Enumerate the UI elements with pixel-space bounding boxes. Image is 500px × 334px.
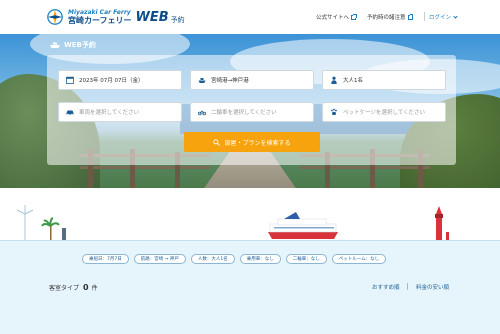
ship-icon <box>50 42 60 48</box>
header-divider <box>424 12 425 21</box>
official-site-link[interactable]: 公式サイトへ <box>316 13 357 21</box>
chevron-down-icon <box>453 13 458 19</box>
site-logo[interactable]: Miyazaki Car Ferry 宮崎カーフェリー WEB 予約 <box>46 6 185 28</box>
external-link-icon <box>351 14 357 20</box>
route-value: 宮崎港→神戸港 <box>211 78 249 84</box>
hero-title: WEB予約 <box>50 40 96 50</box>
external-link-icon <box>407 14 414 20</box>
search-icon <box>213 138 221 146</box>
booking-notes-link[interactable]: 予約時の諸注意 <box>367 13 414 21</box>
person-icon <box>331 76 337 84</box>
palm-tree-illustration <box>41 217 66 240</box>
compass-logo-icon <box>47 9 63 25</box>
search-plans-button[interactable]: 部屋・プランを検索する <box>184 132 320 152</box>
bike-select[interactable]: 二輪車を選択してください <box>190 102 314 122</box>
passengers-field[interactable]: 大人1名 <box>322 70 446 90</box>
route-field[interactable]: 宮崎港→神戸港 <box>190 70 314 90</box>
harbor-illustration <box>16 205 449 240</box>
car-icon <box>66 110 74 116</box>
ship-route-icon <box>198 78 206 83</box>
result-count-unit: 件 <box>91 285 98 292</box>
car-select[interactable]: 車両を選択してください <box>58 102 182 122</box>
windmill-illustration <box>16 205 34 240</box>
filter-chip-route[interactable]: 航路：宮崎 → 神戸 <box>133 254 186 264</box>
logo-web: WEB <box>135 9 169 25</box>
search-button-label: 部屋・プランを検索する <box>224 139 291 147</box>
result-count-label: 客室タイプ <box>49 285 80 292</box>
car-placeholder: 車両を選択してください <box>79 110 140 116</box>
date-value: 2023年 07月 07日（金） <box>79 78 144 84</box>
pet-select[interactable]: ペットケージを選択してください <box>322 102 446 122</box>
filter-chip-passengers[interactable]: 人数：大人1名 <box>190 254 235 264</box>
motorcycle-icon <box>198 110 206 116</box>
logo-yoyaku: 予約 <box>170 16 185 24</box>
result-count: 客室タイプ 0 件 <box>49 283 98 292</box>
date-field[interactable]: 2023年 07月 07日（金） <box>58 70 182 90</box>
lighthouse-illustration <box>435 206 449 240</box>
illustration-band <box>0 188 500 242</box>
sort-divider <box>407 283 408 290</box>
paw-icon <box>331 108 337 116</box>
calendar-icon <box>66 76 74 84</box>
passengers-value: 大人1名 <box>343 78 363 84</box>
result-count-number: 0 <box>83 283 89 292</box>
filter-chip-bike[interactable]: 二輪車：なし <box>285 254 327 264</box>
logo-english: Miyazaki Car Ferry <box>68 8 131 16</box>
ferry-illustration <box>268 212 338 239</box>
logo-japanese: 宮崎カーフェリー <box>68 15 132 25</box>
filter-chip-date[interactable]: 乗船日：7月7日 <box>82 254 129 264</box>
sort-recommended[interactable]: おすすめ順 <box>372 283 400 291</box>
login-label: ログイン <box>429 15 452 21</box>
site-header: Miyazaki Car Ferry 宮崎カーフェリー WEB 予約 公式サイト… <box>0 0 500 34</box>
filter-chip-car[interactable]: 乗用車：なし <box>239 254 281 264</box>
search-conditions: 乗船日：7月7日 航路：宮崎 → 神戸 人数：大人1名 乗用車：なし 二輪車：な… <box>82 254 387 264</box>
hero-title-text: WEB予約 <box>64 41 96 49</box>
filter-chip-pet[interactable]: ペットルーム：なし <box>331 254 387 264</box>
login-menu[interactable]: ログイン <box>429 13 458 21</box>
booking-notes-label: 予約時の諸注意 <box>367 15 406 21</box>
pet-placeholder: ペットケージを選択してください <box>343 110 426 116</box>
bike-placeholder: 二輪車を選択してください <box>211 110 277 116</box>
official-site-label: 公式サイトへ <box>316 15 350 21</box>
sort-price[interactable]: 料金の安い順 <box>416 283 449 291</box>
